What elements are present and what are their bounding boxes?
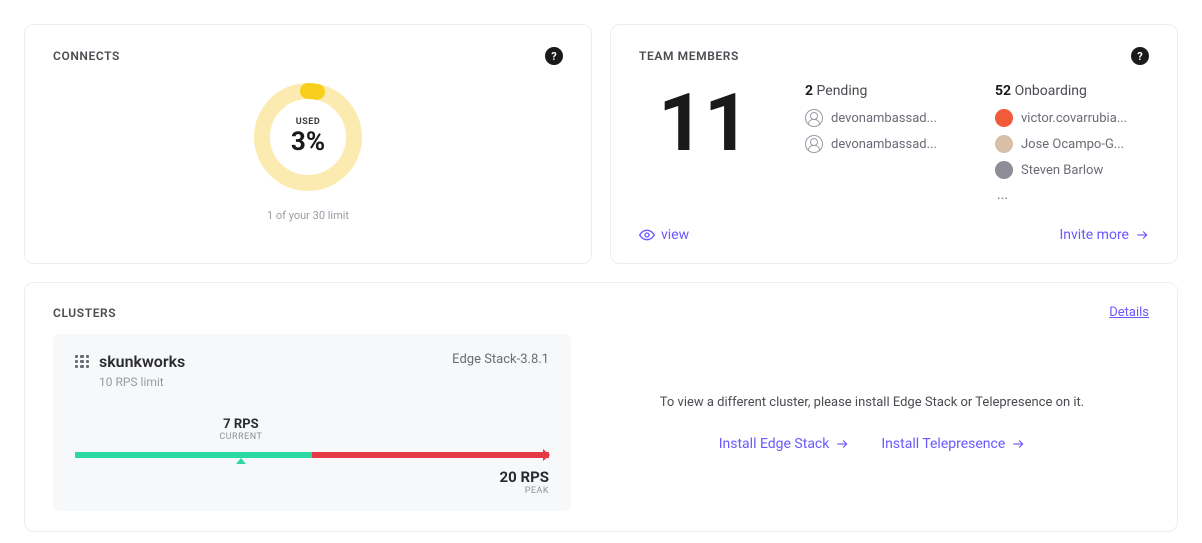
avatar <box>995 161 1013 179</box>
avatar-placeholder-icon <box>805 109 823 127</box>
connects-title: CONNECTS <box>53 49 120 63</box>
onboarding-label: Onboarding <box>1015 83 1087 99</box>
avatar <box>995 109 1013 127</box>
invite-more-button[interactable]: Invite more <box>1059 227 1149 243</box>
member-name: victor.covarrubia... <box>1021 111 1127 126</box>
rps-chart: 7 RPS CURRENT 20 RPS PEAK <box>75 417 549 487</box>
list-item: devonambassad... <box>805 135 959 153</box>
install-edge-label: Install Edge Stack <box>719 436 830 452</box>
more-indicator[interactable]: ... <box>995 187 1149 203</box>
arrow-right-icon <box>835 437 849 451</box>
eye-icon <box>639 227 655 243</box>
gauge-percent: 3% <box>291 127 325 157</box>
help-icon[interactable]: ? <box>545 47 563 65</box>
install-edge-stack-button[interactable]: Install Edge Stack <box>719 436 850 452</box>
rps-bar-current <box>75 452 312 458</box>
pending-count: 2 <box>805 83 813 99</box>
pending-column: 2 Pending devonambassad... devonambassad… <box>805 83 959 203</box>
pending-label: Pending <box>817 83 868 99</box>
clusters-card: CLUSTERS Details skunkworks 10 RPS limit <box>24 282 1178 532</box>
rps-current-marker-icon <box>236 458 246 464</box>
gauge-used-label: USED <box>296 117 320 127</box>
member-name: devonambassad... <box>831 111 937 126</box>
list-item: Jose Ocampo-G... <box>995 135 1149 153</box>
clusters-title: CLUSTERS <box>53 306 116 320</box>
connects-card: CONNECTS ? USED 3% 1 of your 30 limit <box>24 24 592 264</box>
details-link[interactable]: Details <box>1109 305 1149 320</box>
cluster-grid-icon <box>75 355 89 369</box>
onboarding-count: 52 <box>995 83 1011 99</box>
rps-current-value: 7 RPS <box>158 417 324 432</box>
cluster-selected[interactable]: skunkworks 10 RPS limit Edge Stack-3.8.1… <box>53 334 571 511</box>
rps-bar <box>75 452 549 458</box>
cluster-limit: 10 RPS limit <box>99 375 185 389</box>
rps-current-label: CURRENT <box>158 432 324 442</box>
onboarding-column: 52 Onboarding victor.covarrubia... Jose … <box>995 83 1149 203</box>
avatar <box>995 135 1013 153</box>
rps-peak-value: 20 RPS <box>75 468 549 486</box>
cluster-stack-version: Edge Stack-3.8.1 <box>452 352 549 367</box>
help-icon[interactable]: ? <box>1131 47 1149 65</box>
cluster-name: skunkworks <box>99 352 185 371</box>
list-item: Steven Barlow <box>995 161 1149 179</box>
view-label: view <box>661 227 689 243</box>
pending-heading: 2 Pending <box>805 83 959 99</box>
list-item: victor.covarrubia... <box>995 109 1149 127</box>
arrow-right-icon <box>1135 228 1149 242</box>
rps-peak-label: PEAK <box>75 486 549 496</box>
team-title: TEAM MEMBERS <box>639 49 739 63</box>
arrow-right-icon <box>1011 437 1025 451</box>
avatar-placeholder-icon <box>805 135 823 153</box>
member-name: Jose Ocampo-G... <box>1021 137 1124 152</box>
install-text: To view a different cluster, please inst… <box>660 393 1084 413</box>
install-tp-label: Install Telepresence <box>881 436 1005 452</box>
member-name: devonambassad... <box>831 137 937 152</box>
view-button[interactable]: view <box>639 227 689 243</box>
onboarding-heading: 52 Onboarding <box>995 83 1149 99</box>
rps-bar-peak <box>312 452 549 458</box>
list-item: devonambassad... <box>805 109 959 127</box>
connects-gauge: USED 3% <box>248 77 368 197</box>
install-telepresence-button[interactable]: Install Telepresence <box>881 436 1025 452</box>
team-total-count: 11 <box>639 83 769 203</box>
invite-label: Invite more <box>1059 227 1129 243</box>
cluster-install-prompt: To view a different cluster, please inst… <box>595 334 1149 511</box>
team-members-card: TEAM MEMBERS ? 11 2 Pending devonambassa… <box>610 24 1178 264</box>
connects-caption: 1 of your 30 limit <box>267 209 349 222</box>
member-name: Steven Barlow <box>1021 163 1103 178</box>
